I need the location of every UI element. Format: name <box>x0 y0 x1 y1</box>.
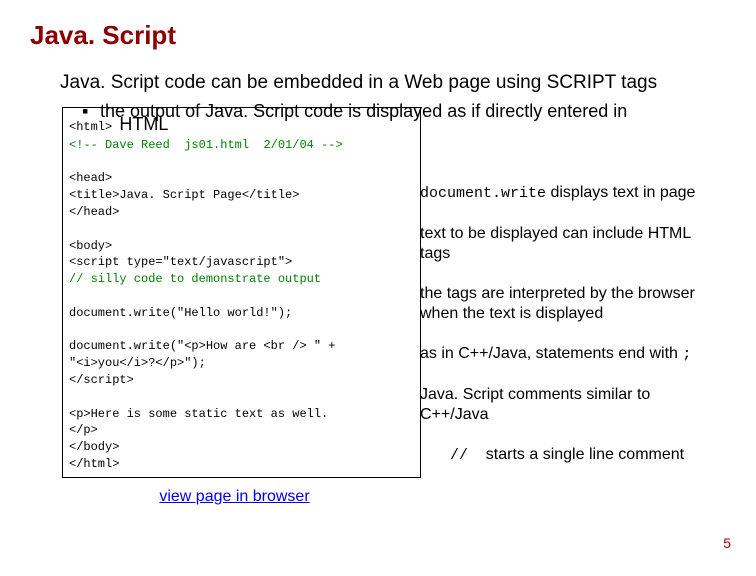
bullet-1-cont: HTML <box>119 114 168 134</box>
code-line: </script> <box>69 372 414 389</box>
code-line: <title>Java. Script Page</title> <box>69 187 414 204</box>
note-2: text to be displayed can include HTML ta… <box>420 224 700 264</box>
note-6: // starts a single line comment <box>420 445 700 466</box>
code-comment: // silly code to demonstrate output <box>69 271 414 288</box>
code-line: <script type="text/javascript"> <box>69 254 414 271</box>
note-1: document.write displays text in page <box>420 183 700 204</box>
code-line: <head> <box>69 170 414 187</box>
code-comment: 2/01/04 --> <box>263 138 342 152</box>
code-line: <body> <box>69 238 414 255</box>
code-comment: js01.html <box>184 138 249 152</box>
intro-text: Java. Script code can be embedded in a W… <box>60 71 726 96</box>
code-line: </html> <box>69 456 414 473</box>
code-line: document.write("<p>How are <br /> " + <box>69 338 414 355</box>
notes-column: document.write displays text in page tex… <box>420 188 700 485</box>
code-line: </body> <box>69 439 414 456</box>
slide-title: Java. Script <box>30 20 726 51</box>
code-comment: <!-- Dave Reed <box>69 138 170 152</box>
code-line: document.write("Hello world!"); <box>69 305 414 322</box>
code-line: </head> <box>69 204 414 221</box>
view-page-link[interactable]: view page in browser <box>62 488 407 506</box>
note-3: the tags are interpreted by the browser … <box>420 284 700 324</box>
code-example: <html> HTML <!-- Dave Reed js01.html 2/0… <box>62 107 421 478</box>
code-line: "<i>you</i>?</p>"); <box>69 355 414 372</box>
code-line: </p> <box>69 422 414 439</box>
note-5: Java. Script comments similar to C++/Jav… <box>420 385 700 425</box>
page-number: 5 <box>723 535 731 551</box>
code-line: <html> <box>69 120 112 134</box>
code-line: <p>Here is some static text as well. <box>69 406 414 423</box>
note-4: as in C++/Java, statements end with ; <box>420 344 700 365</box>
